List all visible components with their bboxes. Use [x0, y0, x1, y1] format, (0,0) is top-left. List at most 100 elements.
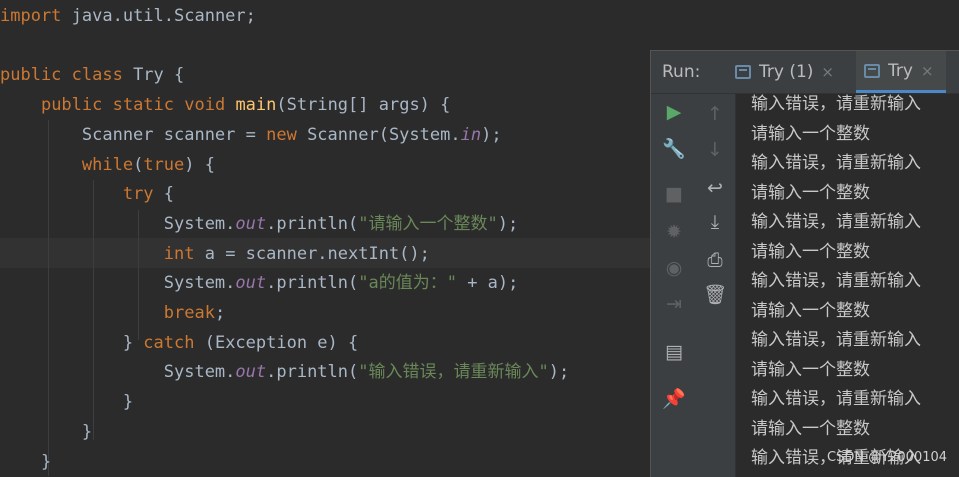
run-header: Run: Try (1) × Try ×: [651, 51, 959, 94]
code-token: public class: [0, 65, 123, 86]
code-token: + a);: [456, 273, 519, 294]
code-line: } catch (Exception e) {: [0, 328, 358, 358]
code-token: public static void: [40, 95, 226, 116]
code-token: java.util.Scanner;: [61, 6, 256, 26]
tab-try-1[interactable]: Try (1) ×: [727, 51, 842, 93]
code-line: }: [0, 447, 51, 477]
code-token: "a的值为：": [358, 273, 457, 294]
code-line: }: [0, 417, 92, 447]
stop-icon[interactable]: ■: [660, 180, 688, 208]
code-token: break: [163, 303, 215, 323]
tab-label: Try (1): [759, 62, 814, 82]
layout-icon[interactable]: ▤: [660, 338, 688, 366]
camera-icon[interactable]: ◉: [660, 254, 688, 282]
code-line: public class Try {: [0, 60, 184, 90]
close-icon[interactable]: ×: [921, 62, 934, 80]
debug-icon[interactable]: ✹: [660, 218, 688, 246]
console-line: 请输入一个整数: [751, 418, 870, 439]
code-token: out: [235, 362, 267, 383]
code-token: );: [497, 213, 519, 234]
code-token: System.: [0, 362, 236, 383]
rerun-icon[interactable]: ▶: [660, 98, 688, 126]
code-token: }: [0, 421, 93, 442]
code-token: .println(: [266, 273, 359, 294]
code-token: ) {: [184, 154, 215, 175]
arrow-down-icon[interactable]: ↓: [701, 136, 729, 164]
code-token: true: [143, 154, 185, 175]
code-token: {: [153, 184, 175, 205]
print-icon[interactable]: ⎙: [701, 246, 729, 274]
code-line: System.out.println("a的值为：" + a);: [0, 268, 519, 298]
console-line: 输入错误，请重新输入: [751, 330, 921, 350]
wrench-icon[interactable]: 🔧: [660, 134, 688, 162]
code-line: int a = scanner.nextInt();: [0, 239, 430, 269]
code-line: }: [0, 387, 133, 417]
console-output[interactable]: 输入错误，请重新输入 请输入一个整数 输入错误，请重新输入 请输入一个整数 输入错误，请…: [737, 94, 959, 477]
console-line: 输入错误，请重新输入: [751, 153, 921, 173]
code-token: out: [235, 213, 267, 234]
code-token: (Exception e) {: [194, 332, 359, 353]
arrow-up-icon[interactable]: ↑: [701, 100, 729, 128]
code-token: import: [0, 6, 62, 26]
code-token: try: [122, 184, 154, 205]
code-token: catch: [143, 332, 195, 353]
tab-try[interactable]: Try ×: [856, 51, 946, 93]
code-token: System.: [0, 213, 236, 234]
scroll-to-end-icon[interactable]: ⤓: [701, 208, 729, 236]
code-token: "输入错误，请重新输入": [358, 362, 549, 383]
console-line: 输入错误，请重新输入: [751, 94, 921, 114]
console-line: 请输入一个整数: [751, 300, 870, 321]
soft-wrap-icon[interactable]: ↩: [701, 174, 729, 202]
code-token: int: [163, 243, 195, 264]
code-line: System.out.println("输入错误，请重新输入");: [0, 357, 569, 387]
pin-icon[interactable]: 📌: [660, 384, 688, 412]
code-token: );: [548, 362, 570, 383]
code-token: "请输入一个整数": [358, 213, 498, 234]
console-line: 输入错误，请重新输入: [751, 271, 921, 291]
code-token: while: [81, 154, 134, 175]
code-token: );: [481, 124, 502, 145]
code-token: (: [133, 154, 144, 175]
code-token: (String[] args) {: [276, 95, 451, 116]
console-icon: [864, 63, 880, 78]
tab-label: Try: [888, 60, 913, 81]
code-line: break;: [0, 298, 225, 328]
run-panel: Run: Try (1) × Try × ▶ 🔧 ■ ✹ ◉ ⇥ ▤ 📌 ↑ ↓…: [650, 50, 959, 477]
console-line: 请输入一个整数: [751, 241, 870, 262]
code-token: a = scanner.nextInt();: [194, 243, 430, 264]
code-token: }: [0, 332, 144, 353]
close-icon[interactable]: ×: [821, 63, 834, 81]
code-line: public static void main(String[] args) {: [0, 90, 450, 120]
run-title: Run:: [662, 62, 701, 82]
code-token: }: [0, 392, 134, 413]
code-line: System.out.println("请输入一个整数");: [0, 209, 518, 239]
console-line: 输入错误，请重新输入: [751, 389, 921, 409]
console-line: 请输入一个整数: [751, 123, 870, 144]
login-icon[interactable]: ⇥: [660, 290, 688, 318]
code-token: out: [235, 273, 267, 294]
code-line: while(true) {: [0, 150, 215, 180]
console-line: 请输入一个整数: [751, 359, 870, 380]
code-token: .println(: [266, 362, 359, 383]
code-token: System.: [0, 273, 236, 294]
code-token: main: [235, 95, 277, 116]
console-line: 输入错误，请重新输入: [751, 212, 921, 232]
code-token: in: [460, 124, 482, 145]
run-toolbar-left: ▶ 🔧 ■ ✹ ◉ ⇥ ▤ 📌: [651, 94, 695, 477]
console-line: 请输入一个整数: [751, 182, 870, 203]
code-token: Scanner(System.: [296, 124, 461, 145]
code-token: Scanner scanner =: [0, 124, 267, 145]
trash-icon[interactable]: 🗑: [701, 280, 729, 308]
code-token: Try {: [122, 65, 185, 86]
code-line: import java.util.Scanner;: [0, 1, 256, 31]
code-token: }: [0, 451, 52, 472]
code-line: Scanner scanner = new Scanner(System.in)…: [0, 120, 502, 150]
watermark: CSDN @Y2000104: [827, 450, 948, 465]
code-line: try {: [0, 179, 174, 209]
